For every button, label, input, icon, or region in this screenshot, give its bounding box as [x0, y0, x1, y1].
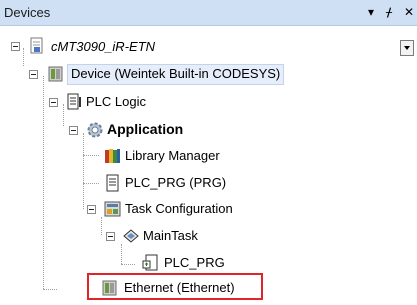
- tree-item-application[interactable]: Application: [107, 120, 183, 138]
- tree-item-plc-logic[interactable]: PLC Logic: [86, 93, 146, 111]
- tree-item-plc-prg[interactable]: PLC_PRG (PRG): [125, 174, 226, 192]
- collapse-toggle-task-configuration[interactable]: [87, 205, 96, 214]
- task-configuration-icon: [104, 200, 122, 218]
- tree-item-library-manager[interactable]: Library Manager: [125, 147, 220, 165]
- tree-item-main-task[interactable]: MainTask: [143, 227, 198, 245]
- program-document-icon: [104, 174, 122, 192]
- collapse-toggle-application[interactable]: [69, 126, 78, 135]
- tree-item-root[interactable]: cMT3090_iR-ETN: [51, 38, 155, 56]
- chevron-down-icon[interactable]: [400, 40, 414, 56]
- devices-panel: Devices ▾ ᚋ ✕ cMT3090_iR-ETN Device (Wei…: [0, 0, 417, 305]
- panel-header: Devices ▾ ᚋ ✕: [0, 0, 417, 26]
- main-task-icon: [122, 227, 140, 245]
- dropdown-menu-icon[interactable]: ▾: [368, 4, 374, 20]
- collapse-toggle-main-task[interactable]: [106, 232, 115, 241]
- application-gear-icon: [86, 121, 104, 139]
- library-books-icon: [104, 147, 122, 165]
- collapse-toggle-root[interactable]: [11, 42, 20, 51]
- project-file-icon: [28, 37, 46, 55]
- tree-item-plc-prg-call[interactable]: PLC_PRG: [164, 254, 225, 272]
- program-call-icon: [142, 254, 160, 272]
- plc-logic-icon: [66, 93, 84, 111]
- ethernet-device-icon: [101, 279, 119, 297]
- tree-item-device[interactable]: Device (Weintek Built-in CODESYS): [67, 64, 285, 85]
- collapse-toggle-plc-logic[interactable]: [49, 98, 58, 107]
- collapse-toggle-device[interactable]: [29, 70, 38, 79]
- pin-icon[interactable]: ᚋ: [386, 4, 392, 20]
- tree-item-task-configuration[interactable]: Task Configuration: [125, 200, 233, 218]
- panel-title: Devices: [4, 5, 51, 20]
- close-icon[interactable]: ✕: [404, 4, 414, 20]
- plc-device-icon: [47, 65, 65, 83]
- tree-item-ethernet[interactable]: Ethernet (Ethernet): [124, 279, 235, 297]
